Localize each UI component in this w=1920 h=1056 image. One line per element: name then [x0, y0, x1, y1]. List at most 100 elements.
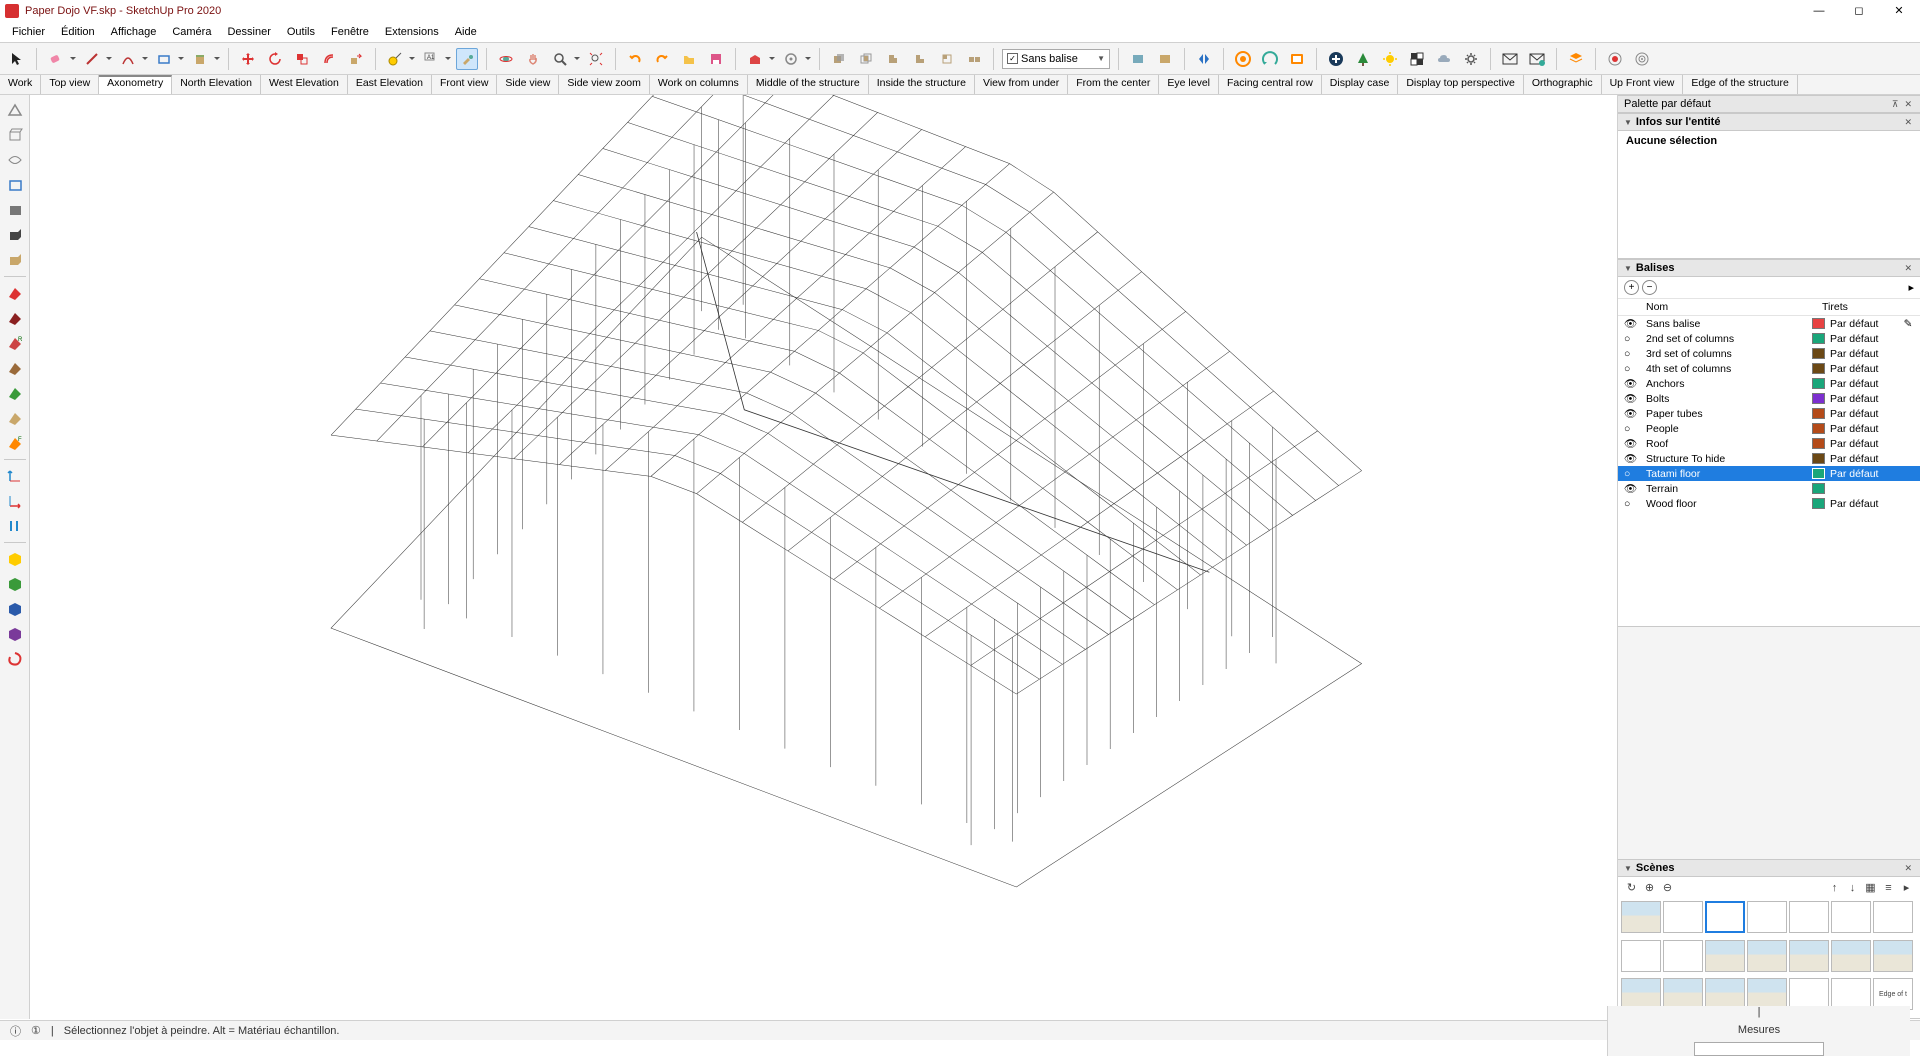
tag-color-swatch[interactable]: [1812, 318, 1825, 329]
solid-union-button[interactable]: [882, 48, 904, 70]
face-orange-button[interactable]: F: [4, 432, 26, 454]
tag-color-swatch[interactable]: [1812, 393, 1825, 404]
tag-row[interactable]: ○PeoplePar défaut: [1618, 421, 1920, 436]
menu-fichier[interactable]: Fichier: [4, 24, 53, 40]
light-button[interactable]: [1379, 48, 1401, 70]
scene-down-button[interactable]: ↓: [1845, 880, 1860, 895]
window-maximize-button[interactable]: ◻: [1839, 0, 1879, 22]
checker-button[interactable]: [1406, 48, 1428, 70]
style-button-2[interactable]: [1154, 48, 1176, 70]
eye-off-icon[interactable]: ○: [1624, 333, 1646, 345]
line-tool-button[interactable]: [81, 48, 103, 70]
scene-list-button[interactable]: ≡: [1881, 880, 1896, 895]
window-close-button[interactable]: ✕: [1879, 0, 1919, 22]
mail-attach-button[interactable]: [1526, 48, 1548, 70]
tag-row[interactable]: ○3rd set of columnsPar défaut: [1618, 346, 1920, 361]
eye-icon[interactable]: 👁: [1624, 482, 1646, 495]
layers-button[interactable]: [1565, 48, 1587, 70]
scene-thumbnail[interactable]: [1831, 940, 1871, 972]
scene-thumbnail[interactable]: [1789, 940, 1829, 972]
scene-refresh-button[interactable]: ↻: [1624, 880, 1639, 895]
circle-plus-button[interactable]: [1325, 48, 1347, 70]
scene-up-button[interactable]: ↑: [1827, 880, 1842, 895]
text-tool-button[interactable]: A1: [420, 48, 442, 70]
tag-color-swatch[interactable]: [1812, 483, 1825, 494]
close-icon[interactable]: ✕: [1902, 263, 1914, 274]
tag-dash[interactable]: Par défaut: [1830, 348, 1902, 360]
solid-intersect-button[interactable]: [855, 48, 877, 70]
active-tag-dropdown[interactable]: ✓ Sans balise ▼: [1002, 49, 1110, 69]
tag-row[interactable]: ○Tatami floorPar défaut: [1618, 466, 1920, 481]
menu-outils[interactable]: Outils: [279, 24, 323, 40]
scene-tab[interactable]: Facing central row: [1219, 75, 1322, 94]
scene-add-button[interactable]: ⊕: [1642, 880, 1657, 895]
menu-affichage[interactable]: Affichage: [103, 24, 165, 40]
scene-tab[interactable]: East Elevation: [348, 75, 432, 94]
tag-row[interactable]: 👁Paper tubesPar défaut: [1618, 406, 1920, 421]
3dwarehouse-button[interactable]: [744, 48, 766, 70]
face-red-button[interactable]: [4, 282, 26, 304]
tray-header[interactable]: Palette par défaut ⊼✕: [1618, 95, 1920, 113]
shapes-tool-button[interactable]: [153, 48, 175, 70]
eye-off-icon[interactable]: ○: [1624, 348, 1646, 360]
scene-thumbnail[interactable]: [1705, 940, 1745, 972]
measurements-input[interactable]: [1694, 1042, 1824, 1056]
scene-tab[interactable]: View from under: [975, 75, 1068, 94]
open-button[interactable]: [678, 48, 700, 70]
tag-row[interactable]: ○Wood floorPar défaut: [1618, 496, 1920, 511]
scene-tab[interactable]: Work: [0, 75, 41, 94]
tag-dash[interactable]: Par défaut: [1830, 378, 1902, 390]
solid-trim-button[interactable]: [936, 48, 958, 70]
component-green-button[interactable]: [4, 573, 26, 595]
tag-color-swatch[interactable]: [1812, 453, 1825, 464]
component-purple-button[interactable]: [4, 623, 26, 645]
scene-tab[interactable]: From the center: [1068, 75, 1159, 94]
face-tan-button[interactable]: [4, 407, 26, 429]
3d-viewport[interactable]: [30, 95, 1617, 1019]
menu-aide[interactable]: Aide: [447, 24, 485, 40]
eye-off-icon[interactable]: ○: [1624, 468, 1646, 480]
style-button-1[interactable]: [1127, 48, 1149, 70]
scene-thumbnail[interactable]: [1831, 901, 1871, 933]
close-icon[interactable]: ✕: [1902, 117, 1914, 128]
large-tool-6[interactable]: [4, 224, 26, 246]
tag-row[interactable]: 👁Sans balisePar défaut✎: [1618, 316, 1920, 331]
window-minimize-button[interactable]: —: [1799, 0, 1839, 22]
scene-menu-button[interactable]: ▸: [1899, 880, 1914, 895]
eye-icon[interactable]: 👁: [1624, 317, 1646, 330]
tag-dash[interactable]: Par défaut: [1830, 363, 1902, 375]
component-blue-button[interactable]: [4, 598, 26, 620]
tag-dash[interactable]: Par défaut: [1830, 438, 1902, 450]
tag-color-swatch[interactable]: [1812, 333, 1825, 344]
pushpull-tool-button[interactable]: [189, 48, 211, 70]
component-yellow-button[interactable]: [4, 548, 26, 570]
tag-row[interactable]: 👁BoltsPar défaut: [1618, 391, 1920, 406]
tag-menu-button[interactable]: ▸: [1908, 281, 1914, 294]
eye-icon[interactable]: 👁: [1624, 407, 1646, 420]
save-button[interactable]: [705, 48, 727, 70]
large-tool-2[interactable]: [4, 124, 26, 146]
tag-dash[interactable]: Par défaut: [1830, 318, 1902, 330]
col-dash[interactable]: Tirets: [1822, 301, 1914, 313]
scene-tab[interactable]: Eye level: [1159, 75, 1219, 94]
large-tool-7[interactable]: [4, 249, 26, 271]
zoom-tool-button[interactable]: [549, 48, 571, 70]
tag-color-swatch[interactable]: [1812, 498, 1825, 509]
move-tool-button[interactable]: [237, 48, 259, 70]
scene-tab[interactable]: Axonometry: [99, 75, 172, 94]
menu-édition[interactable]: Édition: [53, 24, 103, 40]
flip-button[interactable]: [1193, 48, 1215, 70]
record-button[interactable]: [1604, 48, 1626, 70]
tag-dash[interactable]: Par défaut: [1830, 423, 1902, 435]
tag-dash[interactable]: Par défaut: [1830, 333, 1902, 345]
scene-tab[interactable]: North Elevation: [172, 75, 261, 94]
solid-subtract-button[interactable]: [909, 48, 931, 70]
tag-dash[interactable]: Par défaut: [1830, 408, 1902, 420]
close-icon[interactable]: ✕: [1902, 863, 1914, 874]
entity-info-header[interactable]: Infos sur l'entité ✕: [1618, 113, 1920, 131]
pin-icon[interactable]: ⊼: [1890, 99, 1901, 110]
menu-dessiner[interactable]: Dessiner: [219, 24, 278, 40]
solid-split-button[interactable]: [963, 48, 985, 70]
eye-icon[interactable]: 👁: [1624, 377, 1646, 390]
scale-tool-button[interactable]: [291, 48, 313, 70]
